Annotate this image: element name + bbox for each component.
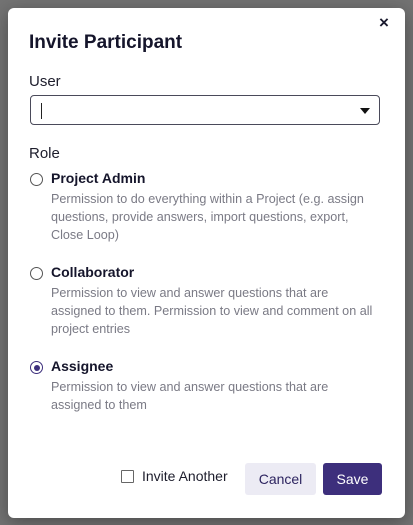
user-select[interactable] <box>30 95 380 125</box>
invite-another-label: Invite Another <box>142 468 228 484</box>
user-input[interactable] <box>40 102 340 120</box>
role-option-assignee[interactable]: Assignee Permission to view and answer q… <box>30 358 390 412</box>
radio-assignee[interactable] <box>30 361 43 374</box>
role-description-assignee: Permission to view and answer questions … <box>51 380 329 412</box>
close-icon[interactable]: × <box>373 12 395 34</box>
radio-collaborator[interactable] <box>30 267 43 280</box>
radio-project-admin[interactable] <box>30 173 43 186</box>
text-cursor <box>41 103 42 119</box>
user-label: User <box>29 73 61 90</box>
role-description-project-admin: Permission to do everything within a Pro… <box>51 192 364 242</box>
invite-another-box[interactable] <box>121 470 134 483</box>
dialog-title: Invite Participant <box>29 32 183 53</box>
save-button[interactable]: Save <box>323 463 382 495</box>
chevron-down-icon[interactable] <box>360 108 370 114</box>
role-title-collaborator: Collaborator <box>51 264 135 280</box>
role-title-assignee: Assignee <box>51 358 114 374</box>
role-title-project-admin: Project Admin <box>51 170 146 186</box>
role-option-collaborator[interactable]: Collaborator Permission to view and answ… <box>30 264 390 336</box>
role-option-project-admin[interactable]: Project Admin Permission to do everythin… <box>30 170 390 242</box>
cancel-button[interactable]: Cancel <box>245 463 316 495</box>
role-label: Role <box>29 145 60 162</box>
invite-participant-dialog: × Invite Participant User Role Project A… <box>8 8 405 518</box>
role-description-collaborator: Permission to view and answer questions … <box>51 286 373 336</box>
